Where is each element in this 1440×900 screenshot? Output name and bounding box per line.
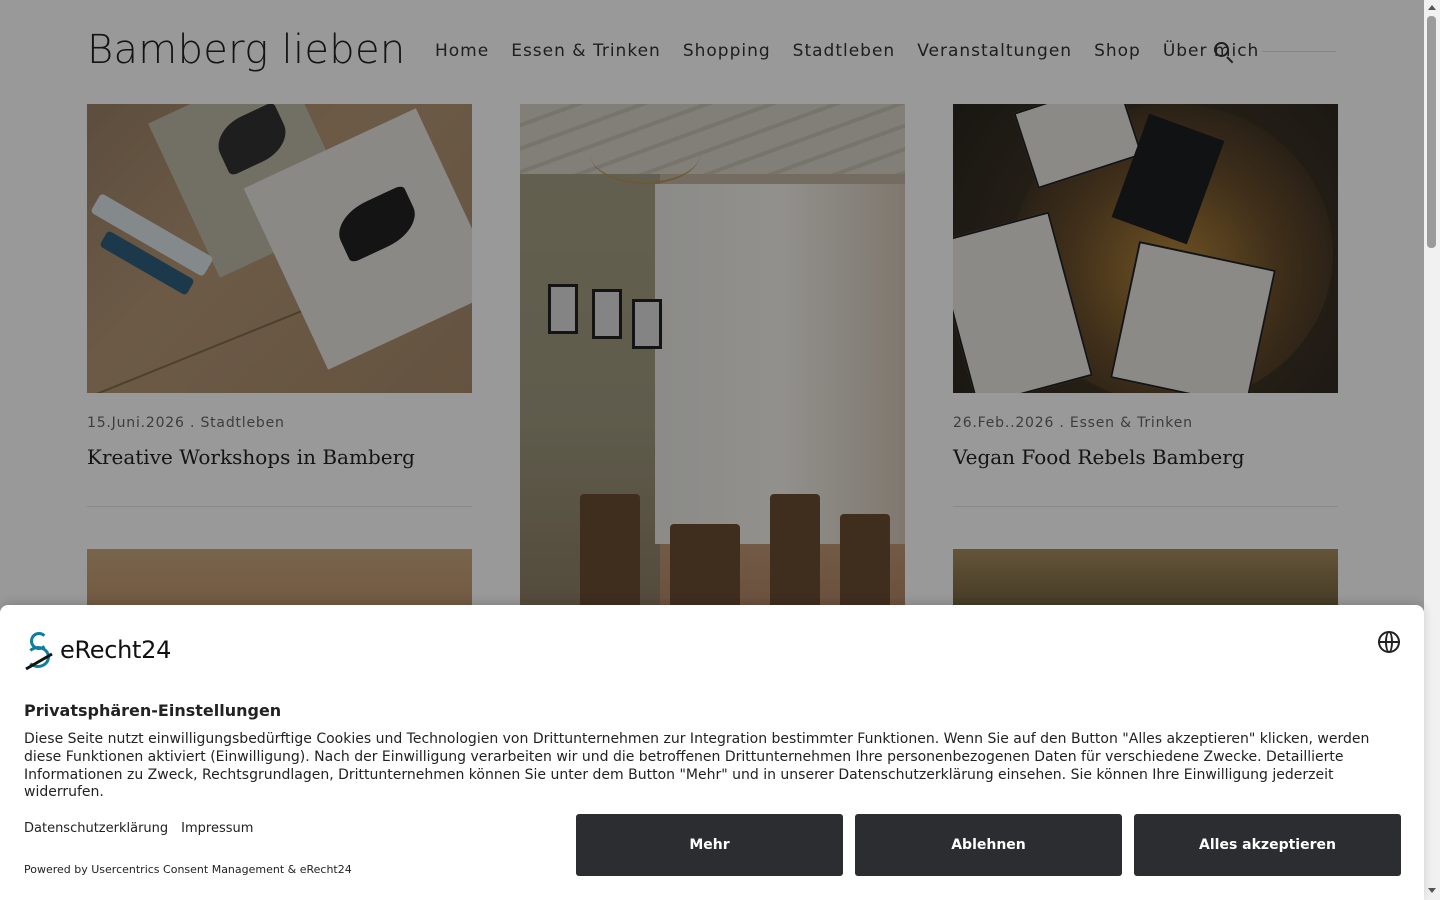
consent-text: Diese Seite nutzt einwilligungsbedürftig… <box>24 731 1370 801</box>
scrollbar[interactable] <box>1424 0 1440 900</box>
imprint-link[interactable]: Impressum <box>181 821 253 836</box>
more-button[interactable]: Mehr <box>576 814 843 876</box>
consent-brand: eRecht24 <box>24 630 172 671</box>
scroll-up-arrow-icon[interactable] <box>1428 5 1436 10</box>
powered-by: Powered by Usercentrics Consent Manageme… <box>24 863 352 876</box>
consent-title: Privatsphären-Einstellungen <box>24 701 282 720</box>
consent-banner: eRecht24 Privatsphären-Einstellungen Die… <box>0 605 1424 900</box>
brand-name: eRecht24 <box>60 636 172 664</box>
accept-all-button[interactable]: Alles akzeptieren <box>1134 814 1401 876</box>
consent-links: Datenschutzerklärung Impressum <box>24 821 253 836</box>
erecht24-logo-icon <box>24 630 60 671</box>
privacy-link[interactable]: Datenschutzerklärung <box>24 821 168 836</box>
globe-icon[interactable] <box>1378 631 1400 653</box>
deny-button[interactable]: Ablehnen <box>855 814 1122 876</box>
scrollbar-thumb[interactable] <box>1427 16 1436 248</box>
scroll-down-arrow-icon[interactable] <box>1428 888 1436 893</box>
